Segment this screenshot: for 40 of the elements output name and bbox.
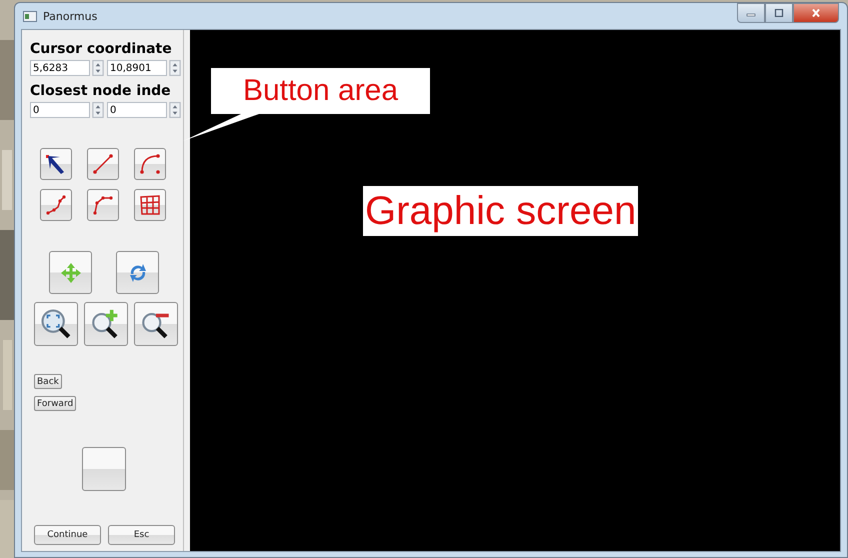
number-field[interactable]: 0	[30, 102, 90, 118]
arc-icon	[138, 152, 162, 176]
maximize-button[interactable]	[765, 3, 793, 23]
refresh-button[interactable]	[116, 251, 159, 294]
curve-icon	[44, 193, 68, 217]
nav-button[interactable]: Back	[34, 374, 62, 389]
maximize-icon	[774, 9, 784, 17]
arc-tool-button[interactable]	[134, 148, 166, 180]
nav-button[interactable]: Forward	[34, 396, 76, 411]
line-icon	[91, 152, 115, 176]
app-icon	[23, 10, 37, 22]
polyline-tool-button[interactable]	[87, 189, 119, 221]
move-button[interactable]	[49, 251, 92, 294]
magnifier-icon	[39, 307, 73, 341]
grid-icon	[138, 193, 162, 217]
callout-label: Graphic screen	[363, 186, 638, 236]
spin-arrows-icon[interactable]	[92, 60, 104, 76]
spin-arrows-icon[interactable]	[169, 102, 181, 118]
spin-arrows-icon[interactable]	[169, 60, 181, 76]
number-field[interactable]: 10,8901	[107, 60, 167, 76]
number-field[interactable]: 5,6283	[30, 60, 90, 76]
blank-button[interactable]	[82, 447, 126, 491]
section-heading: Cursor coordinate	[30, 41, 173, 57]
close-button[interactable]	[793, 3, 839, 23]
minimize-button[interactable]	[737, 3, 765, 23]
select-tool-button[interactable]	[40, 148, 72, 180]
curve-tool-button[interactable]	[40, 189, 72, 221]
zoom-fit-button[interactable]	[34, 302, 78, 346]
line-tool-button[interactable]	[87, 148, 119, 180]
section-heading: Closest node inde	[30, 83, 172, 99]
number-field[interactable]: 0	[107, 102, 167, 118]
grid-tool-button[interactable]	[134, 189, 166, 221]
footer-button[interactable]: Esc	[108, 525, 175, 545]
spin-arrows-icon[interactable]	[92, 102, 104, 118]
window-title: Panormus	[43, 10, 98, 22]
close-icon	[811, 9, 821, 17]
zoom-out-button[interactable]	[134, 302, 178, 346]
move-icon	[59, 261, 83, 285]
zoom-in-button[interactable]	[84, 302, 128, 346]
footer-button[interactable]: Continue	[34, 525, 101, 545]
